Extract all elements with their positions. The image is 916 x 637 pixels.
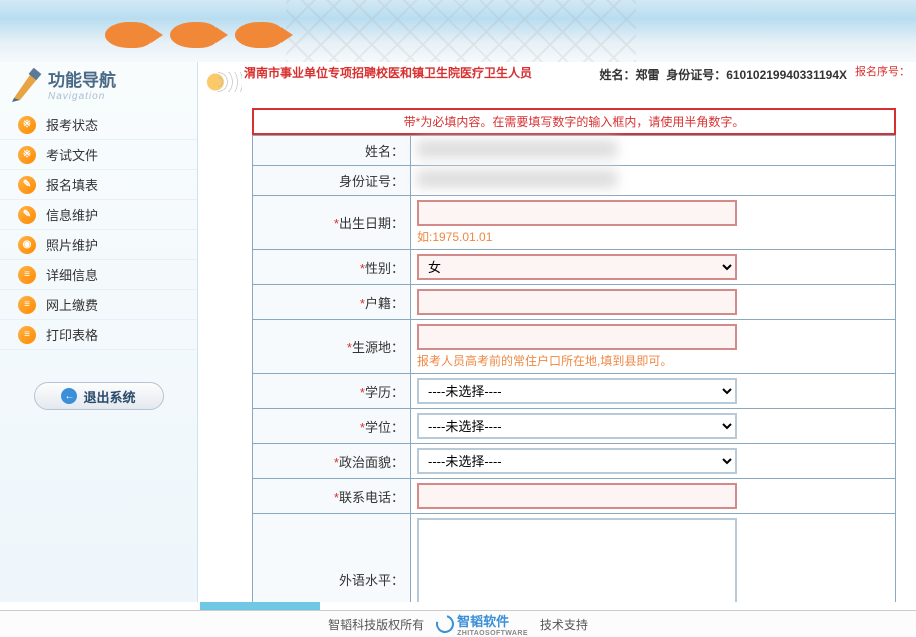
nav-icon: ✎ (18, 206, 36, 224)
nav-item-0[interactable]: ※ 报考状态 (0, 110, 197, 140)
redacted-value (417, 170, 617, 188)
label-origin: *生源地： (253, 320, 411, 374)
label-phone: *联系电话： (253, 479, 411, 514)
input-birth[interactable] (417, 200, 737, 226)
nav-label: 报考状态 (46, 115, 98, 134)
nav-item-2[interactable]: ✎ 报名填表 (0, 170, 197, 200)
nav-item-3[interactable]: ✎ 信息维护 (0, 200, 197, 230)
nav-item-1[interactable]: ※ 考试文件 (0, 140, 197, 170)
sidebar: 功能导航 Navigation ※ 报考状态 ※ 考试文件 ✎ 报名填表 ✎ 信息维护 ◉ 照片维… (0, 62, 198, 602)
nav-item-7[interactable]: ≡ 打印表格 (0, 320, 197, 350)
redacted-value (417, 140, 617, 158)
nav-item-5[interactable]: ≡ 详细信息 (0, 260, 197, 290)
logout-label: 退出系统 (83, 387, 135, 406)
hint-origin: 报考人员高考前的常住户口所在地,填到县即可。 (417, 352, 889, 369)
hint-birth: 如:1975.01.01 (417, 228, 889, 245)
cell-pol: ----未选择---- (411, 444, 896, 479)
nav-label: 打印表格 (46, 325, 98, 344)
footer-copyright: 智韬科技版权所有 (328, 616, 424, 633)
select-degree[interactable]: ----未选择---- (417, 413, 737, 439)
label-name: 姓名： (253, 136, 411, 166)
nav-label: 网上缴费 (46, 295, 98, 314)
label-idno: 身份证号： (253, 166, 411, 196)
select-gender[interactable]: 女 (417, 254, 737, 280)
select-pol[interactable]: ----未选择---- (417, 448, 737, 474)
footer: 智韬科技版权所有 智韬软件 ZHITAOSOFTWARE 技术支持 (0, 610, 916, 637)
nav-label: 考试文件 (46, 145, 98, 164)
cell-degree: ----未选择---- (411, 409, 896, 444)
nav-label: 详细信息 (46, 265, 98, 284)
cell-phone (411, 479, 896, 514)
cell-name (411, 136, 896, 166)
page-title: 渭南市事业单位专项招聘校医和镇卫生院医疗卫生人员 (244, 66, 554, 81)
top-banner (0, 0, 916, 62)
registration-form-table: 姓名：身份证号：*出生日期： 如:1975.01.01 *性别：女*户籍：*生源地：… (252, 135, 896, 602)
registration-number-label: 报名序号： (855, 66, 910, 79)
speaker-icon (200, 68, 244, 96)
nav-label: 信息维护 (46, 205, 98, 224)
nav-icon: ≡ (18, 266, 36, 284)
nav-item-6[interactable]: ≡ 网上缴费 (0, 290, 197, 320)
sidebar-title: 功能导航 (48, 66, 197, 91)
cell-huji (411, 285, 896, 320)
label-lang: 外语水平： (253, 514, 411, 603)
nav-icon: ◉ (18, 236, 36, 254)
cell-edu: ----未选择---- (411, 374, 896, 409)
cell-birth: 如:1975.01.01 (411, 196, 896, 250)
cell-lang (411, 514, 896, 603)
nav-icon: ※ (18, 146, 36, 164)
decor-strip (200, 602, 320, 610)
content-header: 渭南市事业单位专项招聘校医和镇卫生院医疗卫生人员 姓名：郑雷 身份证号：6101… (198, 62, 916, 108)
pen-icon (10, 68, 44, 102)
label-degree: *学位： (253, 409, 411, 444)
decor-fish-icon (105, 22, 153, 48)
textarea-lang[interactable] (417, 518, 737, 602)
label-birth: *出生日期： (253, 196, 411, 250)
decor-fish-icon (170, 22, 218, 48)
arrow-left-icon: ← (61, 388, 77, 404)
brand-logo-icon (433, 612, 458, 637)
nav-label: 照片维护 (46, 235, 98, 254)
banner-keyboard-bg (286, 0, 636, 62)
nav-icon: ≡ (18, 296, 36, 314)
footer-brand: 智韬软件 ZHITAOSOFTWARE (436, 611, 528, 637)
input-origin[interactable] (417, 324, 737, 350)
logout-button[interactable]: ← 退出系统 (34, 382, 164, 410)
cell-idno (411, 166, 896, 196)
required-notice: 带*为必填内容。在需要填写数字的输入框内，请使用半角数字。 (252, 108, 896, 135)
input-huji[interactable] (417, 289, 737, 315)
user-info: 姓名：郑雷 身份证号：61010219940331194X (599, 66, 847, 83)
nav-icon: ※ (18, 116, 36, 134)
sidebar-subtitle: Navigation (48, 91, 197, 102)
label-edu: *学历： (253, 374, 411, 409)
cell-gender: 女 (411, 250, 896, 285)
decor-fish-icon (235, 22, 283, 48)
form-scroll-area[interactable]: 带*为必填内容。在需要填写数字的输入框内，请使用半角数字。 姓名：身份证号：*出… (198, 108, 916, 602)
nav-label: 报名填表 (46, 175, 98, 194)
nav-icon: ≡ (18, 326, 36, 344)
label-gender: *性别： (253, 250, 411, 285)
cell-origin: 报考人员高考前的常住户口所在地,填到县即可。 (411, 320, 896, 374)
nav-item-4[interactable]: ◉ 照片维护 (0, 230, 197, 260)
footer-support[interactable]: 技术支持 (540, 616, 588, 633)
input-phone[interactable] (417, 483, 737, 509)
select-edu[interactable]: ----未选择---- (417, 378, 737, 404)
label-pol: *政治面貌： (253, 444, 411, 479)
label-huji: *户籍： (253, 285, 411, 320)
nav-icon: ✎ (18, 176, 36, 194)
